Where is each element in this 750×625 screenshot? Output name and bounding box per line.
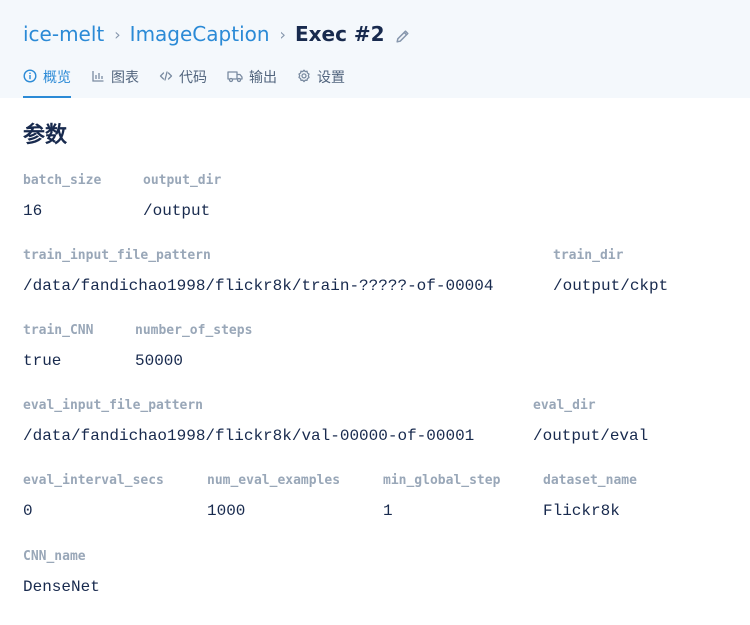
param-eval-interval-secs: eval_interval_secs 0: [23, 473, 164, 520]
param-value: true: [23, 352, 62, 370]
param-key: min_global_step: [383, 473, 501, 488]
param-value: 16: [23, 202, 43, 220]
param-value: /output/ckpt: [553, 277, 669, 295]
param-value: 1000: [207, 502, 246, 520]
param-key: num_eval_examples: [207, 473, 341, 488]
bar-chart-icon: [92, 71, 104, 82]
tab-output[interactable]: 输出: [227, 64, 277, 98]
param-eval-input-file-pattern: eval_input_file_pattern /data/fandichao1…: [23, 398, 474, 445]
param-key: train_input_file_pattern: [23, 248, 211, 263]
tab-bar: 概览 图表 代码 输出 设置: [23, 64, 365, 98]
param-train-cnn: train_CNN true: [23, 323, 93, 370]
param-min-global-step: min_global_step 1: [383, 473, 500, 520]
param-value: /output/eval: [533, 427, 649, 445]
param-value: DenseNet: [23, 578, 100, 596]
param-value: 1: [383, 502, 393, 520]
section-title: 参数: [23, 123, 68, 148]
info-icon: [23, 69, 37, 83]
param-key: dataset_name: [543, 473, 637, 488]
param-key: eval_dir: [533, 398, 596, 413]
tab-charts[interactable]: 图表: [91, 64, 139, 98]
param-cnn-name: CNN_name DenseNet: [23, 549, 100, 596]
tab-label: 代码: [179, 70, 207, 86]
param-key: eval_input_file_pattern: [23, 398, 204, 413]
chevron-right-icon: ›: [114, 24, 121, 44]
param-num-eval-examples: num_eval_examples 1000: [207, 473, 340, 520]
tab-label: 输出: [249, 70, 277, 86]
param-key: eval_interval_secs: [23, 473, 164, 488]
param-key: train_CNN: [23, 323, 94, 338]
tab-overview[interactable]: 概览: [23, 64, 71, 98]
param-batch-size: batch_size 16: [23, 173, 101, 220]
param-key: number_of_steps: [135, 323, 253, 338]
param-value: /data/fandichao1998/flickr8k/train-?????…: [23, 277, 494, 295]
chevron-right-icon: ›: [279, 24, 286, 44]
param-value: /data/fandichao1998/flickr8k/val-00000-o…: [23, 427, 475, 445]
param-output-dir: output_dir /output: [143, 173, 221, 220]
param-train-input-file-pattern: train_input_file_pattern /data/fandichao…: [23, 248, 493, 295]
tab-code[interactable]: 代码: [159, 64, 207, 98]
param-key: CNN_name: [23, 549, 86, 564]
param-train-dir: train_dir /output/ckpt: [553, 248, 668, 295]
truck-icon: [227, 71, 243, 83]
param-number-of-steps: number_of_steps 50000: [135, 323, 252, 370]
tab-label: 概览: [43, 70, 71, 86]
param-key: output_dir: [143, 173, 222, 188]
param-eval-dir: eval_dir /output/eval: [533, 398, 648, 445]
breadcrumb-project-link[interactable]: ice-melt: [23, 22, 104, 46]
param-value: 0: [23, 502, 33, 520]
pencil-icon[interactable]: [394, 26, 411, 43]
breadcrumb: ice-melt › ImageCaption › Exec #2: [23, 20, 411, 48]
param-value: /output: [143, 202, 211, 220]
param-key: train_dir: [553, 248, 624, 263]
tab-label: 设置: [317, 70, 345, 86]
breadcrumb-repo-link[interactable]: ImageCaption: [130, 22, 270, 46]
param-key: batch_size: [23, 173, 102, 188]
tab-settings[interactable]: 设置: [297, 64, 345, 98]
code-icon: [159, 71, 173, 81]
header: ice-melt › ImageCaption › Exec #2 概览 图表 …: [0, 0, 750, 98]
param-value: Flickr8k: [543, 502, 620, 520]
breadcrumb-current: Exec #2: [294, 22, 385, 46]
tab-label: 图表: [111, 70, 139, 86]
gear-icon: [298, 69, 310, 83]
param-value: 50000: [135, 352, 184, 370]
param-dataset-name: dataset_name Flickr8k: [543, 473, 637, 520]
